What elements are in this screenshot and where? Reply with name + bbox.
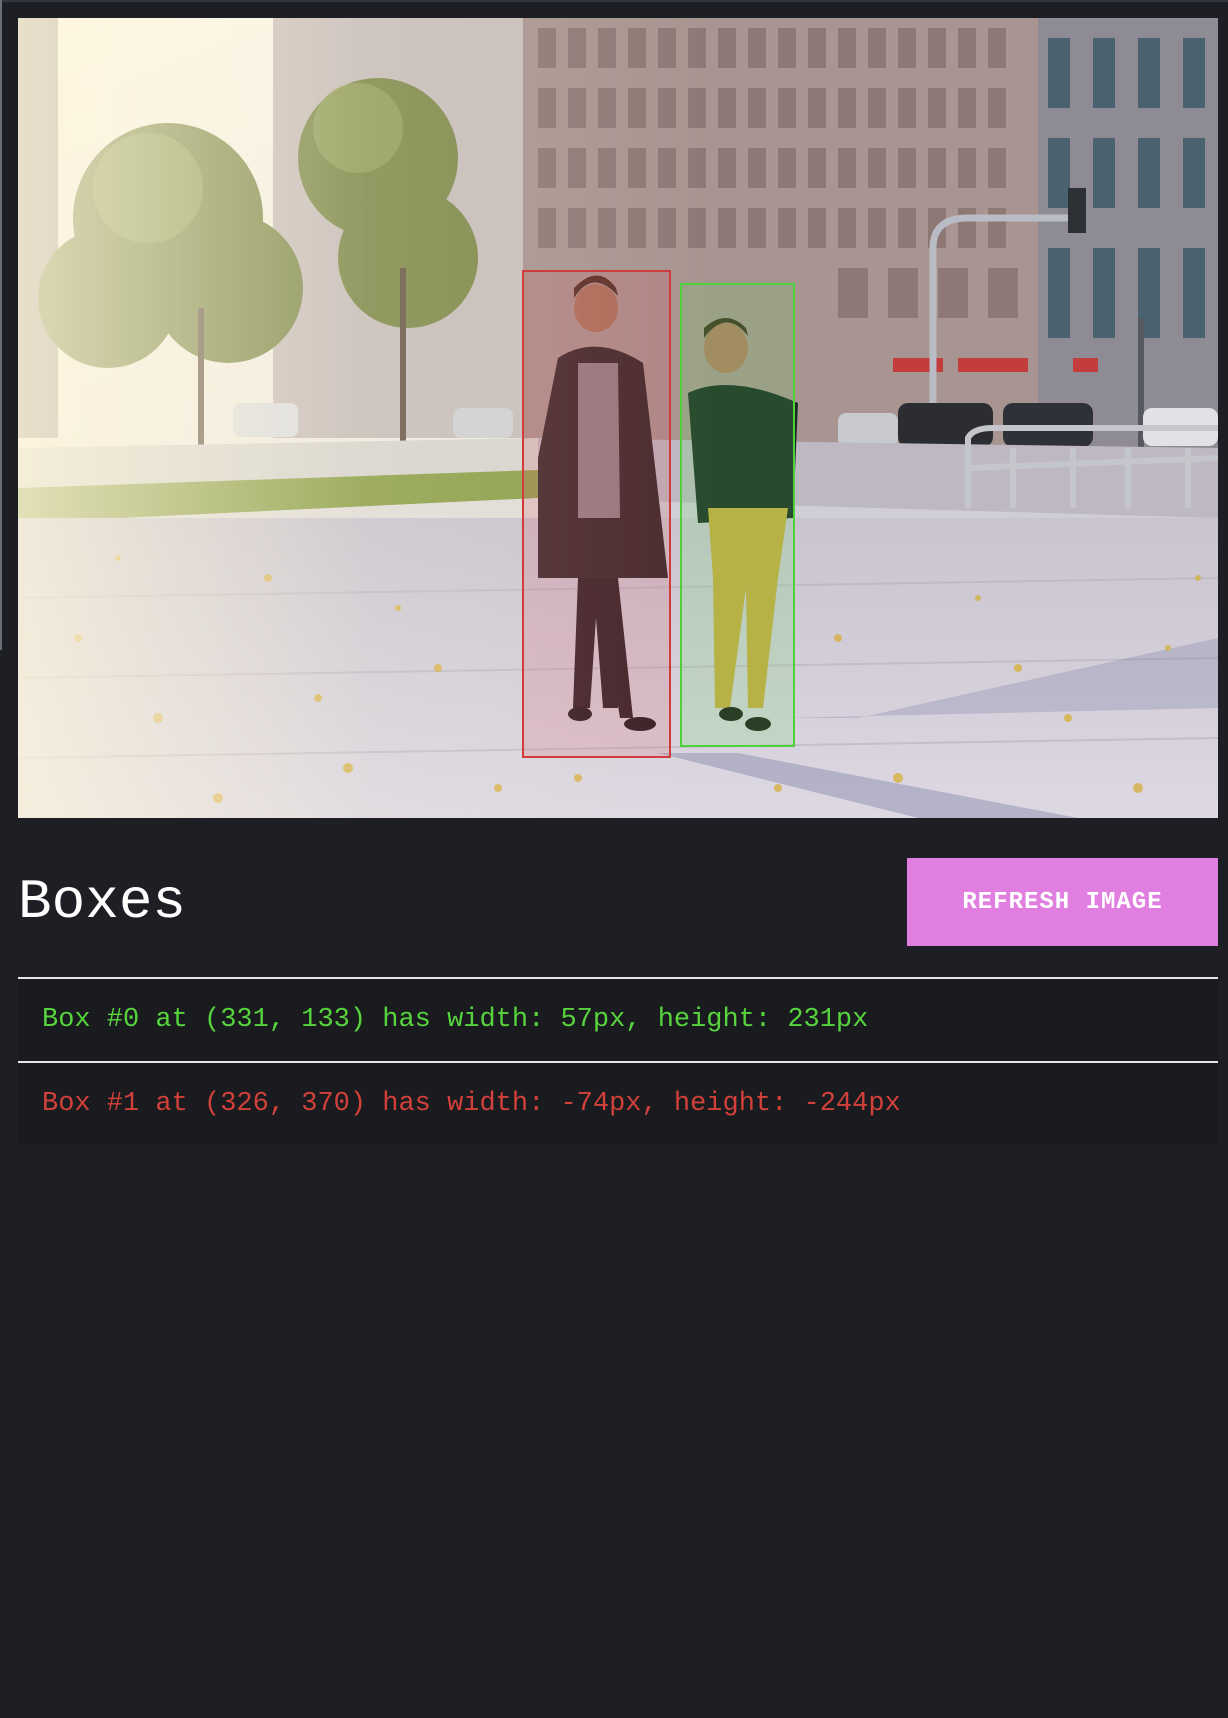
box-list-item-1: Box #1 at (326, 370) has width: -74px, h… [18, 1061, 1218, 1145]
page-title: Boxes [18, 870, 187, 934]
window-left-edge [0, 0, 2, 650]
window-top-edge [0, 0, 1228, 2]
bounding-box-red[interactable] [522, 270, 671, 758]
bounding-box-green[interactable] [680, 283, 795, 747]
boxes-header: Boxes REFRESH IMAGE [18, 858, 1218, 946]
photo-canvas[interactable] [18, 18, 1218, 818]
box-list-item-0: Box #0 at (331, 133) has width: 57px, he… [18, 977, 1218, 1061]
box-list: Box #0 at (331, 133) has width: 57px, he… [18, 977, 1218, 1145]
refresh-image-button[interactable]: REFRESH IMAGE [907, 858, 1218, 946]
